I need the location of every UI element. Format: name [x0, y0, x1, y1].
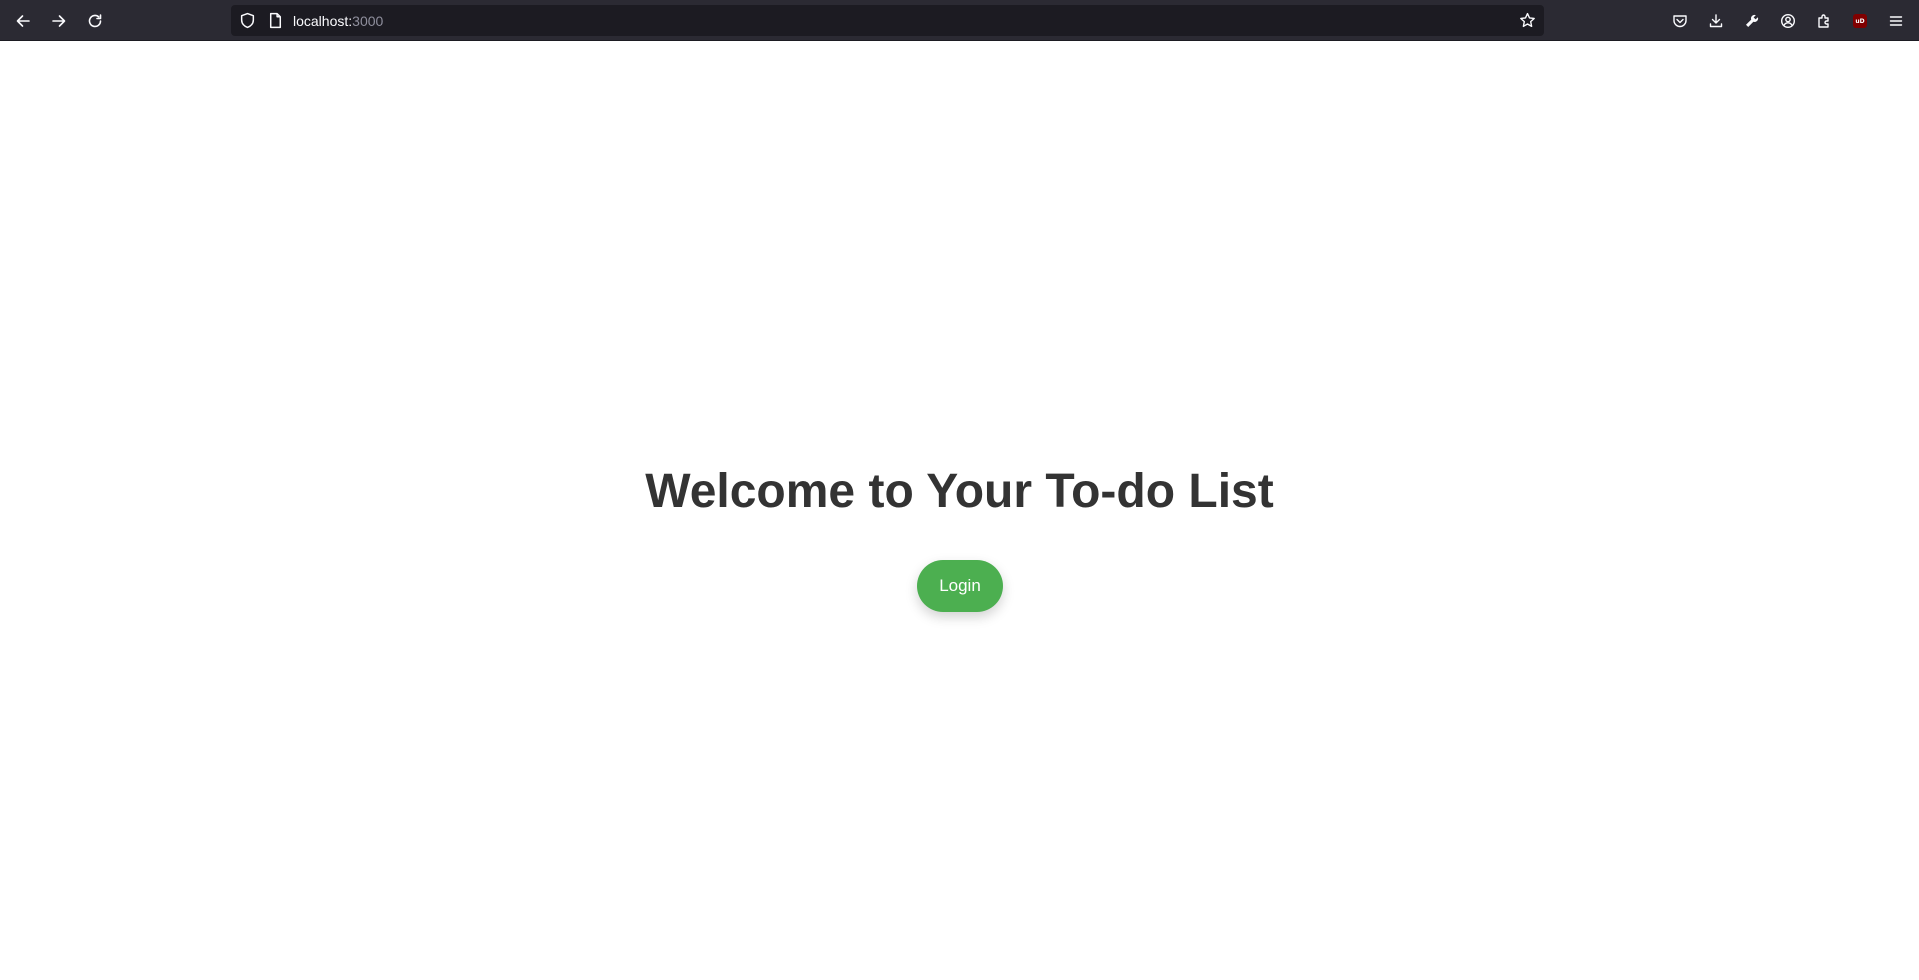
menu-icon — [1889, 16, 1903, 26]
menu-button[interactable] — [1885, 10, 1907, 32]
shield-icon[interactable] — [239, 12, 256, 29]
reload-icon — [88, 14, 102, 28]
pocket-icon — [1673, 15, 1687, 28]
ublock-button[interactable]: uD — [1849, 10, 1871, 32]
back-button[interactable] — [10, 8, 36, 34]
page-title: Welcome to Your To-do List — [645, 465, 1274, 518]
account-button[interactable] — [1777, 10, 1799, 32]
page-icon[interactable] — [267, 12, 284, 29]
login-button[interactable]: Login — [917, 560, 1003, 612]
account-icon — [1780, 13, 1796, 29]
ublock-icon: uD — [1853, 14, 1867, 28]
forward-arrow-icon — [52, 15, 66, 27]
reload-button[interactable] — [82, 8, 108, 34]
url-text[interactable]: localhost:3000 — [293, 13, 383, 29]
developer-tools-button[interactable] — [1741, 10, 1763, 32]
forward-button[interactable] — [46, 8, 72, 34]
pocket-button[interactable] — [1669, 10, 1691, 32]
download-icon — [1709, 14, 1723, 28]
extensions-button[interactable] — [1813, 10, 1835, 32]
extensions-icon — [1818, 14, 1829, 28]
browser-toolbar: localhost:3000 uD — [0, 0, 1919, 41]
url-bar[interactable]: localhost:3000 — [231, 5, 1544, 36]
back-arrow-icon — [16, 15, 30, 27]
url-host: localhost: — [293, 13, 353, 29]
bookmark-star-icon[interactable] — [1519, 12, 1536, 29]
wrench-icon — [1746, 14, 1759, 27]
url-port: 3000 — [352, 13, 384, 29]
downloads-button[interactable] — [1705, 10, 1727, 32]
page-content: Welcome to Your To-do List Login — [0, 41, 1919, 980]
